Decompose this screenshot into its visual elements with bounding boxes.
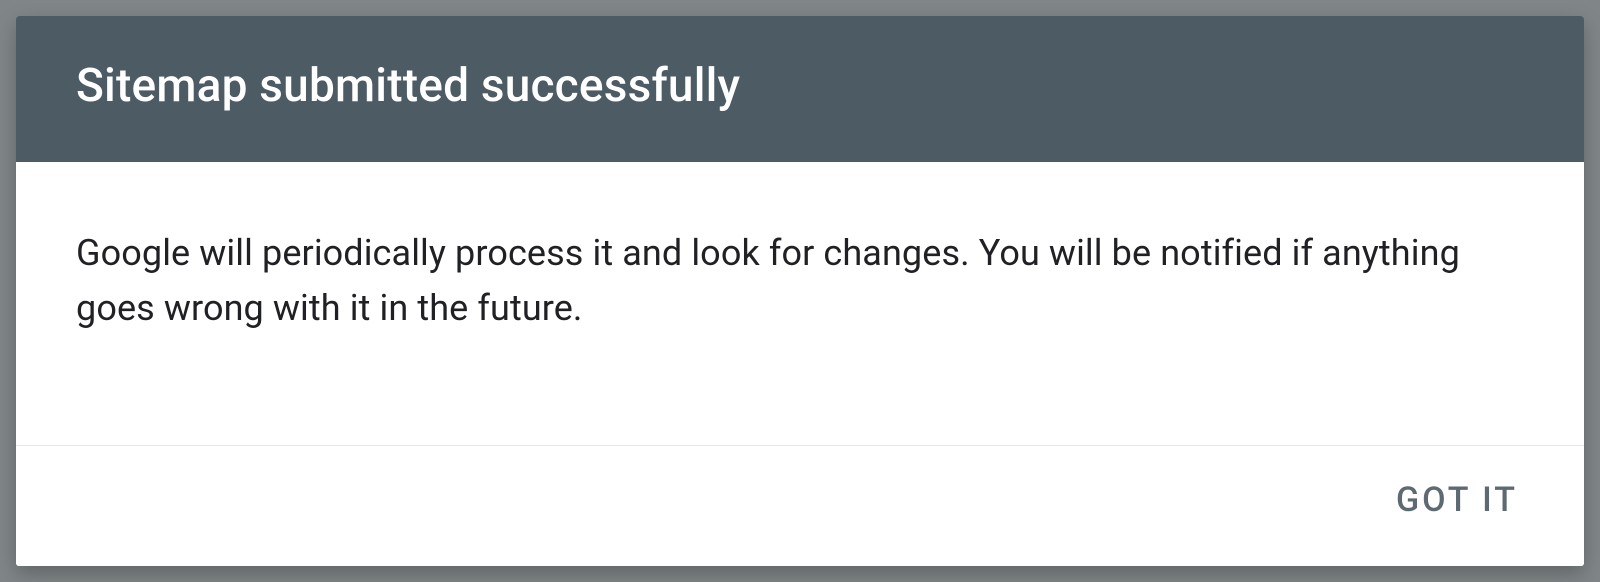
- dialog-body: Google will periodically process it and …: [16, 162, 1584, 446]
- dialog-footer: GOT IT: [16, 445, 1584, 566]
- dialog-message: Google will periodically process it and …: [76, 226, 1524, 338]
- dialog-header: Sitemap submitted successfully: [16, 16, 1584, 162]
- dialog-title: Sitemap submitted successfully: [76, 58, 1524, 116]
- confirmation-dialog: Sitemap submitted successfully Google wi…: [16, 16, 1584, 566]
- got-it-button[interactable]: GOT IT: [1390, 468, 1524, 532]
